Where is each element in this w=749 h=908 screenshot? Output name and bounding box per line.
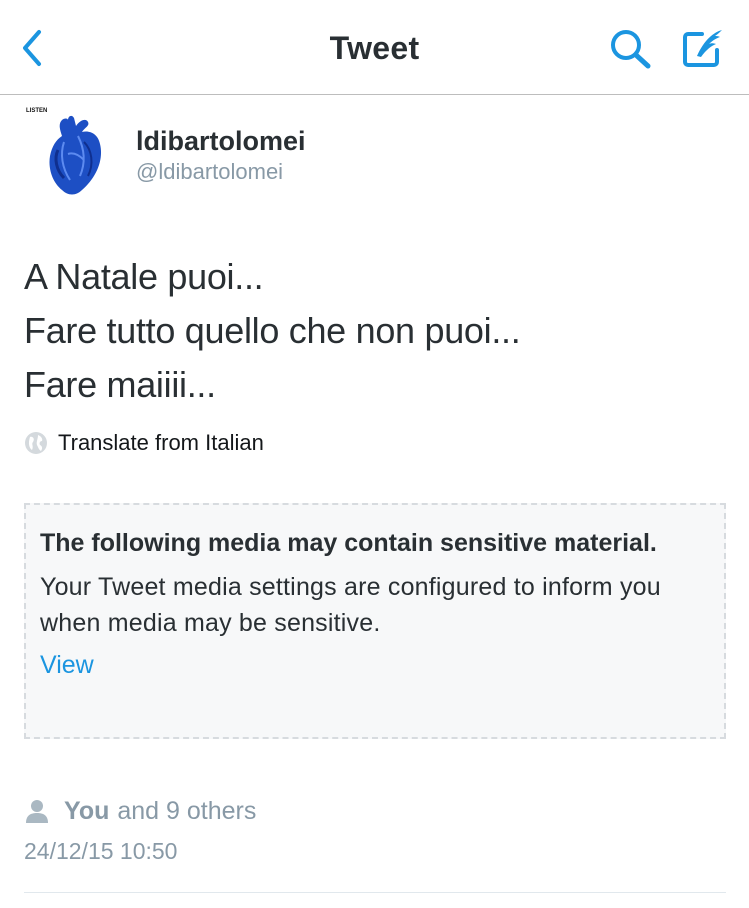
- sensitive-notice-title: The following media may contain sensitiv…: [40, 529, 657, 557]
- tweet-line: A Natale puoi...: [24, 256, 264, 297]
- translate-button[interactable]: Translate from Italian: [24, 428, 264, 458]
- divider: [24, 892, 726, 893]
- avatar-caption: LISTEN: [26, 108, 48, 114]
- tweet-line: Fare maiiii...: [24, 364, 216, 405]
- likes-others-label: and 9 others: [117, 796, 257, 825]
- author-display-name[interactable]: ldibartolomei: [136, 126, 306, 157]
- likes-summary[interactable]: You and 9 others: [24, 794, 256, 828]
- tweet-timestamp: 24/12/15 10:50: [24, 838, 178, 864]
- avatar[interactable]: LISTEN: [24, 106, 122, 202]
- person-icon: [26, 800, 48, 823]
- navigation-bar: Tweet: [0, 0, 749, 95]
- translate-label: Translate from Italian: [58, 430, 264, 455]
- search-button[interactable]: [607, 28, 655, 70]
- compose-icon: [683, 30, 722, 67]
- sensitive-notice-description: Your Tweet media settings are configured…: [40, 573, 661, 637]
- anatomical-heart-icon: [49, 115, 102, 195]
- tweet-text: A Natale puoi... Fare tutto quello che n…: [24, 250, 724, 412]
- view-media-link[interactable]: View: [40, 651, 94, 680]
- globe-icon: [25, 432, 47, 454]
- search-icon: [611, 30, 651, 69]
- sensitive-media-notice: The following media may contain sensitiv…: [24, 503, 726, 739]
- compose-button[interactable]: [680, 26, 728, 72]
- author-handle[interactable]: @ldibartolomei: [136, 159, 283, 185]
- likes-you-label: You: [64, 796, 110, 825]
- tweet-line: Fare tutto quello che non puoi...: [24, 310, 521, 351]
